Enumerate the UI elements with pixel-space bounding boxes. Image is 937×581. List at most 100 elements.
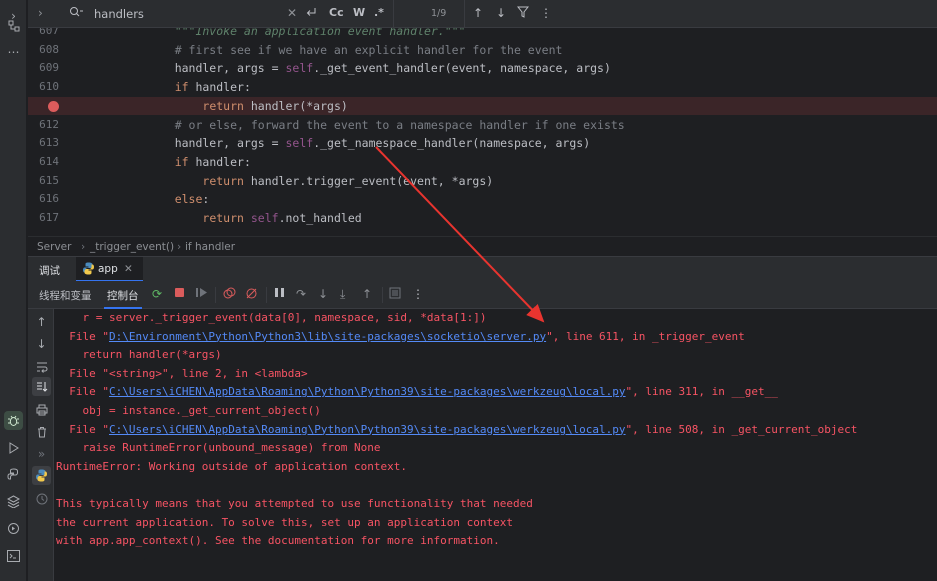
code-line[interactable]: 616 else: <box>28 190 937 209</box>
whole-words-toggle[interactable]: W <box>353 6 365 19</box>
console-line: File "<string>", line 2, in <lambda> <box>56 366 308 380</box>
tab-app-label[interactable]: app <box>98 263 118 275</box>
breadcrumb-class[interactable]: Server <box>37 241 71 253</box>
chevron-right-icon: › <box>177 241 182 253</box>
code-text: handler, args = self._get_namespace_hand… <box>147 136 591 151</box>
python-packages-icon[interactable] <box>4 465 23 484</box>
chevron-right-icon[interactable]: › <box>38 6 43 20</box>
step-into-my-code-icon[interactable]: ⤓ <box>340 287 345 302</box>
more-icon[interactable]: ⋮ <box>540 6 552 20</box>
console-line: This typically means that you attempted … <box>56 497 533 510</box>
step-into-icon[interactable]: ↓ <box>318 287 328 301</box>
code-editor[interactable]: 607 """Invoke an application event handl… <box>28 0 937 236</box>
search-input[interactable]: handlers <box>94 7 144 21</box>
layers-icon[interactable] <box>4 492 23 511</box>
structure-icon[interactable] <box>4 16 23 35</box>
debug-icon[interactable] <box>4 411 23 430</box>
console-line: r = server._trigger_event(data[0], names… <box>56 311 487 324</box>
new-line-icon[interactable] <box>305 6 318 21</box>
arrow-up-icon[interactable]: ↑ <box>32 312 51 331</box>
code-text: return handler(*args) <box>202 98 348 113</box>
line-number[interactable]: 612 <box>28 116 59 135</box>
code-text: # or else, forward the event to a namesp… <box>147 117 625 132</box>
arrow-down-icon[interactable]: ↓ <box>496 6 506 20</box>
code-line[interactable]: 609 handler, args = self._get_event_hand… <box>28 59 937 78</box>
console-line: with app.app_context(). See the document… <box>56 534 500 548</box>
tab-console[interactable]: 控制台 <box>107 288 139 303</box>
code-text: # first see if we have an explicit handl… <box>147 42 563 57</box>
code-line[interactable]: 615 return handler.trigger_event(event, … <box>28 172 937 191</box>
console-line: raise RuntimeError(unbound_message) from… <box>56 441 381 455</box>
match-case-toggle[interactable]: Cc <box>329 6 344 19</box>
code-text: else: <box>174 192 210 207</box>
debug-title: 调试 <box>39 265 60 277</box>
left-tool-strip: › ⋯ <box>0 0 27 581</box>
breadcrumb-block[interactable]: if handler <box>185 241 235 253</box>
code-text: return handler.trigger_event(event, *arg… <box>202 173 494 188</box>
terminal-icon[interactable] <box>4 546 23 565</box>
divider <box>266 287 267 303</box>
more-icon[interactable]: ⋯ <box>4 42 23 61</box>
tab-threads-variables[interactable]: 线程和变量 <box>39 288 92 303</box>
filter-icon[interactable] <box>516 6 530 21</box>
file-link[interactable]: C:\Users\iCHEN\AppData\Roaming\Python\Py… <box>109 385 626 398</box>
line-number[interactable]: 613 <box>28 134 59 153</box>
services-icon[interactable] <box>4 519 23 538</box>
console-side-toolbar: ↑ ↓ » <box>28 309 54 581</box>
line-number[interactable]: 608 <box>28 41 59 60</box>
clear-search-icon[interactable]: ✕ <box>287 6 297 20</box>
line-number[interactable]: 609 <box>28 59 59 78</box>
arrow-up-icon[interactable]: ↑ <box>473 6 483 20</box>
evaluate-expression-icon[interactable] <box>389 287 401 302</box>
breadcrumb-method[interactable]: _trigger_event() <box>90 241 174 253</box>
chevron-right-icon: › <box>81 241 86 253</box>
close-icon[interactable]: ✕ <box>124 263 133 275</box>
breakpoint-icon[interactable] <box>48 100 59 112</box>
code-text: if handler: <box>174 80 251 95</box>
run-icon[interactable] <box>4 438 23 457</box>
file-link[interactable]: C:\Users\iCHEN\AppData\Roaming\Python\Py… <box>109 423 626 436</box>
code-line[interactable]: 608 # first see if we have an explicit h… <box>28 41 937 60</box>
view-breakpoints-icon[interactable] <box>223 287 236 303</box>
line-number[interactable]: 610 <box>28 78 59 97</box>
arrow-down-icon[interactable]: ↓ <box>32 334 51 353</box>
soft-wrap-icon[interactable] <box>32 357 51 376</box>
rerun-icon[interactable]: ⟳ <box>152 287 162 301</box>
code-line[interactable]: 613 handler, args = self._get_namespace_… <box>28 134 937 153</box>
double-chevron-icon[interactable]: » <box>32 444 51 463</box>
line-number[interactable]: 615 <box>28 172 59 191</box>
more-icon[interactable]: ⋮ <box>412 287 424 301</box>
code-line[interactable]: 617 return self.not_handled <box>28 209 937 228</box>
trash-icon[interactable] <box>32 422 51 441</box>
step-out-icon[interactable]: ↑ <box>362 287 372 301</box>
code-line[interactable]: 610 if handler: <box>28 78 937 97</box>
python-console-icon[interactable] <box>32 466 51 485</box>
find-bar: › handlers ✕ Cc W .* 1/9 ↑ ↓ ⋮ <box>28 0 937 28</box>
code-text: handler, args = self._get_event_handler(… <box>147 61 611 76</box>
match-count: 1/9 <box>431 8 447 19</box>
clock-icon[interactable] <box>32 489 51 508</box>
line-number[interactable]: 614 <box>28 153 59 172</box>
pause-icon[interactable] <box>274 287 285 301</box>
resume-icon[interactable] <box>195 287 208 301</box>
code-line[interactable]: 614 if handler: <box>28 153 937 172</box>
debug-toolbar: 线程和变量 控制台 ⟳ ↷ ↓ ⤓ ↑ ⋮ <box>28 281 937 309</box>
console-line: RuntimeError: Working outside of applica… <box>56 459 407 473</box>
python-icon <box>82 262 95 278</box>
console-output[interactable]: r = server._trigger_event(data[0], names… <box>54 309 937 581</box>
breadcrumb: Server › _trigger_event() › if handler <box>28 236 937 256</box>
print-icon[interactable] <box>32 400 51 419</box>
file-link[interactable]: D:\Environment\Python\Python3\lib\site-p… <box>109 330 546 343</box>
mute-breakpoints-icon[interactable] <box>245 287 258 303</box>
console-line: the current application. To solve this, … <box>56 515 513 529</box>
console-line: File "D:\Environment\Python\Python3\lib\… <box>56 329 745 343</box>
code-line[interactable]: 612 # or else, forward the event to a na… <box>28 116 937 135</box>
line-number[interactable]: 617 <box>28 209 59 228</box>
line-number[interactable]: 616 <box>28 190 59 209</box>
step-over-icon[interactable]: ↷ <box>296 287 306 301</box>
search-icon[interactable] <box>69 6 83 21</box>
stop-icon[interactable] <box>174 287 185 301</box>
code-line-breakpoint[interactable]: return handler(*args) <box>28 96 937 116</box>
scroll-to-end-icon[interactable] <box>32 377 51 396</box>
regex-toggle[interactable]: .* <box>374 6 384 19</box>
